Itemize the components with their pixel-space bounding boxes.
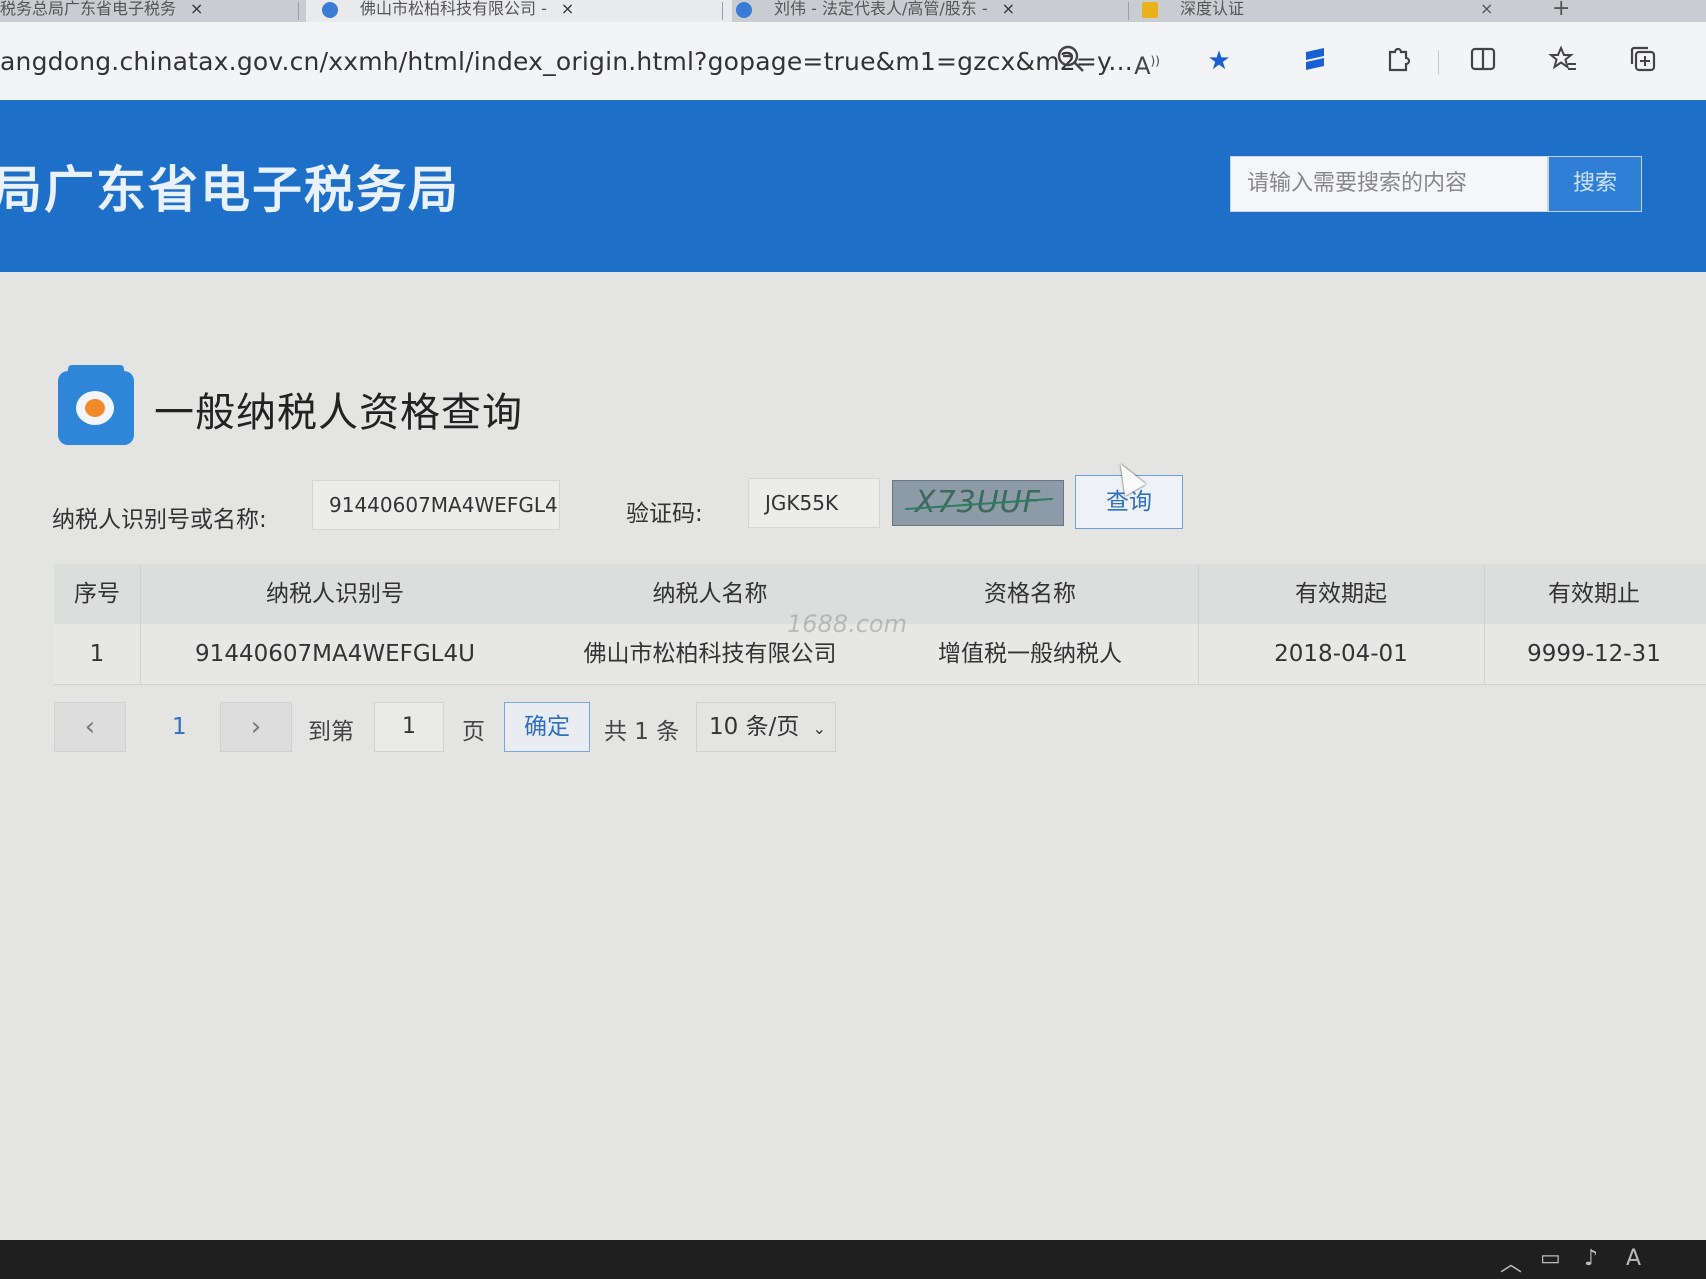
main-content: 一般纳税人资格查询 纳税人识别号或名称: 91440607MA4WEFGL4U … bbox=[0, 272, 1706, 1240]
captcha-image[interactable]: X73UUF bbox=[892, 480, 1064, 526]
valid-from-cell: 2018-04-01 bbox=[1274, 641, 1408, 667]
collections-icon[interactable] bbox=[1626, 44, 1660, 78]
page-unit-label: 页 bbox=[462, 719, 485, 745]
tab-close-icon[interactable]: × bbox=[1002, 0, 1015, 18]
extensions-puzzle-icon[interactable] bbox=[1380, 44, 1414, 78]
page-size-value: 10 条/页 bbox=[709, 714, 800, 740]
browser-tab-1[interactable]: 税务总局广东省电子税务 × bbox=[0, 0, 290, 22]
captcha-input[interactable]: JGK55K bbox=[748, 478, 880, 528]
battery-icon: ▭ bbox=[1540, 1246, 1561, 1271]
favorites-icon[interactable] bbox=[1546, 44, 1580, 78]
total-count: 共 1 条 bbox=[604, 719, 680, 745]
page-size-select[interactable]: 10 条/页 ⌄ bbox=[696, 702, 836, 752]
goto-label: 到第 bbox=[308, 719, 354, 745]
browser-tab-3[interactable]: 刘伟 - 法定代表人/高管/股东 - × bbox=[736, 0, 1116, 22]
tab-title: 税务总局广东省电子税务 bbox=[0, 0, 177, 18]
tab-close-icon[interactable]: × bbox=[1480, 0, 1520, 22]
column-header: 资格名称 bbox=[984, 581, 1076, 607]
column-header: 序号 bbox=[74, 581, 120, 607]
site-header: 局广东省电子税务局 请输入需要搜索的内容 搜索 bbox=[0, 100, 1706, 272]
site-search-button[interactable]: 搜索 bbox=[1548, 156, 1642, 212]
site-favicon-icon bbox=[736, 1, 752, 18]
prev-page-button[interactable]: ‹ bbox=[54, 702, 126, 752]
valid-to-cell: 9999-12-31 bbox=[1527, 641, 1661, 667]
tray-chevron-icon[interactable]: ︿ bbox=[1500, 1246, 1522, 1278]
next-page-button[interactable]: › bbox=[220, 702, 292, 752]
extension-icon[interactable] bbox=[1298, 44, 1332, 78]
read-aloud-icon[interactable]: A)) bbox=[1130, 44, 1164, 80]
site-favicon-icon bbox=[1142, 1, 1158, 18]
tab-title: 深度认证 bbox=[1180, 0, 1245, 18]
screen: 税务总局广东省电子税务 × 佛山市松柏科技有限公司 - × 刘伟 - 法定代表人/高… bbox=[0, 0, 1706, 1240]
site-title[interactable]: 局广东省电子税务局 bbox=[0, 150, 460, 222]
page-number-1[interactable]: 1 bbox=[172, 714, 187, 740]
tab-close-icon[interactable]: × bbox=[561, 0, 574, 18]
input-method-icon[interactable]: A bbox=[1626, 1246, 1641, 1271]
query-icon bbox=[58, 365, 134, 445]
tab-title: 刘伟 - 法定代表人/高管/股东 - bbox=[774, 0, 988, 18]
tab-close-icon[interactable]: × bbox=[190, 0, 203, 18]
favorite-star-icon[interactable]: ★ bbox=[1202, 44, 1236, 78]
qualification-cell: 增值税一般纳税人 bbox=[938, 641, 1122, 667]
taxpayer-id-input[interactable]: 91440607MA4WEFGL4U bbox=[312, 480, 560, 530]
watermark: 1688.com bbox=[787, 610, 907, 638]
taskbar: ︿ ▭ ♪ A bbox=[0, 1240, 1706, 1279]
page-title: 一般纳税人资格查询 bbox=[154, 390, 523, 436]
new-tab-icon[interactable]: + bbox=[1552, 0, 1592, 22]
row-index: 1 bbox=[89, 641, 105, 667]
address-bar-url[interactable]: angdong.chinatax.gov.cn/xxmh/html/index_… bbox=[0, 47, 1133, 76]
site-favicon-icon bbox=[322, 1, 338, 18]
column-header: 有效期起 bbox=[1295, 581, 1387, 607]
taxpayer-id-cell: 91440607MA4WEFGL4U bbox=[195, 641, 475, 667]
browser-tab-4[interactable]: 深度认证 bbox=[1142, 0, 1522, 22]
goto-confirm-button[interactable]: 确定 bbox=[504, 702, 590, 752]
browser-tab-2[interactable]: 佛山市松柏科技有限公司 - × bbox=[306, 0, 732, 22]
chevron-down-icon: ⌄ bbox=[812, 719, 827, 738]
captcha-label: 验证码: bbox=[626, 501, 703, 527]
goto-page-input[interactable]: 1 bbox=[374, 702, 444, 752]
column-header: 纳税人识别号 bbox=[266, 581, 404, 607]
volume-icon[interactable]: ♪ bbox=[1584, 1246, 1598, 1271]
tab-title: 佛山市松柏科技有限公司 - bbox=[360, 0, 547, 18]
split-screen-icon[interactable] bbox=[1466, 44, 1500, 78]
taxpayer-label: 纳税人识别号或名称: bbox=[52, 507, 267, 533]
browser-toolbar: angdong.chinatax.gov.cn/xxmh/html/index_… bbox=[0, 22, 1706, 101]
zoom-out-icon[interactable] bbox=[1054, 44, 1088, 78]
site-search-input[interactable]: 请输入需要搜索的内容 bbox=[1230, 156, 1548, 212]
browser-tab-strip: 税务总局广东省电子税务 × 佛山市松柏科技有限公司 - × 刘伟 - 法定代表人/高… bbox=[0, 0, 1706, 22]
column-header: 有效期止 bbox=[1548, 581, 1640, 607]
